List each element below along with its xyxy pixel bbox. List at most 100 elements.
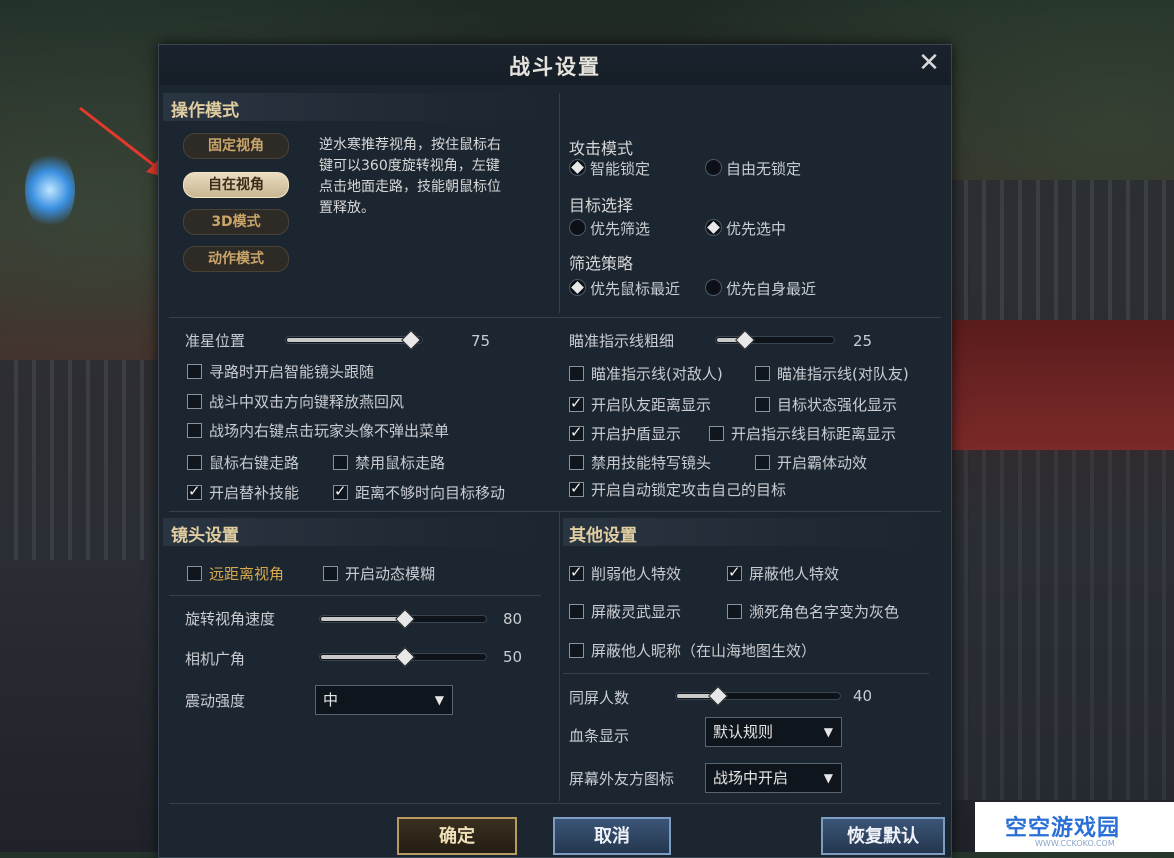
- camera-divider: [169, 595, 541, 596]
- mode-description: 逆水寒推荐视角，按住鼠标右 键可以360度旋转视角，左键 点击地面走路，技能朝鼠…: [319, 137, 501, 216]
- target-selected-label: 优先选中: [726, 220, 787, 238]
- hide-effects-label: 屏蔽他人特效: [749, 565, 840, 583]
- mode-3d-button[interactable]: 3D模式: [183, 209, 289, 235]
- footer-divider: [169, 803, 941, 804]
- background-roof-right-lower: [950, 450, 1174, 800]
- target-filter-radio[interactable]: [569, 219, 586, 236]
- disable-closeup-checkbox[interactable]: [569, 455, 584, 470]
- far-view-label: 远距离视角: [209, 565, 285, 583]
- watermark-logo: 空空游戏园 WWW.CCKOKO.COM: [975, 802, 1174, 852]
- chevron-down-icon: ▼: [434, 693, 444, 707]
- background-red-wall: [950, 320, 1174, 450]
- aim-line-value: 25: [853, 332, 873, 350]
- filter-self-nearest-radio[interactable]: [705, 279, 722, 296]
- aim-line-label: 瞄准指示线粗细: [569, 332, 675, 350]
- ally-distance-label: 开启队友距离显示: [591, 396, 712, 414]
- mode-free-view-button[interactable]: 自在视角: [183, 172, 289, 198]
- crosshair-slider-knob[interactable]: [401, 330, 421, 350]
- hide-spirit-weapon-checkbox[interactable]: [569, 604, 584, 619]
- attack-smart-lock-label: 智能锁定: [590, 160, 651, 178]
- mode-action-button[interactable]: 动作模式: [183, 246, 289, 272]
- move-to-target-label: 距离不够时向目标移动: [355, 484, 506, 502]
- close-icon[interactable]: ✕: [915, 49, 943, 77]
- ally-distance-checkbox[interactable]: [569, 394, 584, 412]
- weaken-effects-checkbox[interactable]: [569, 563, 584, 581]
- same-screen-slider[interactable]: [675, 686, 841, 706]
- target-select-label: 目标选择: [569, 196, 634, 215]
- aim-line-enemy-checkbox[interactable]: [569, 366, 584, 381]
- combat-settings-dialog: 战斗设置 ✕ 操作模式 固定视角 自在视角 3D模式 动作模式 逆水寒推荐视角，…: [158, 44, 952, 858]
- camera-settings-title: 镜头设置: [171, 526, 239, 546]
- shake-select[interactable]: 中 ▼: [315, 685, 453, 715]
- no-popup-menu-checkbox[interactable]: [187, 423, 202, 438]
- shield-display-checkbox[interactable]: [569, 423, 584, 441]
- motion-blur-checkbox[interactable]: [323, 566, 338, 581]
- filter-self-nearest-label: 优先自身最近: [726, 280, 817, 298]
- mode-fixed-view-button[interactable]: 固定视角: [183, 133, 289, 159]
- aim-line-ally-checkbox[interactable]: [755, 366, 770, 381]
- right-click-walk-label: 鼠标右键走路: [209, 454, 300, 472]
- fov-slider[interactable]: [319, 647, 487, 667]
- offscreen-icon-select[interactable]: 战场中开启 ▼: [705, 763, 842, 793]
- backup-skill-checkbox[interactable]: [187, 482, 202, 500]
- super-armor-effect-checkbox[interactable]: [755, 455, 770, 470]
- target-selected-radio[interactable]: [705, 219, 722, 236]
- motion-blur-label: 开启动态模糊: [345, 565, 436, 583]
- target-filter-label: 优先筛选: [590, 220, 651, 238]
- fov-value: 50: [503, 648, 523, 666]
- rotate-speed-slider[interactable]: [319, 609, 487, 629]
- disable-mouse-walk-checkbox[interactable]: [333, 455, 348, 470]
- other-settings-title: 其他设置: [569, 526, 637, 546]
- auto-lock-attacker-checkbox[interactable]: [569, 479, 584, 497]
- target-status-checkbox[interactable]: [755, 397, 770, 412]
- shake-label: 震动强度: [185, 692, 246, 710]
- same-screen-slider-knob[interactable]: [708, 686, 728, 706]
- attack-mode-label: 攻击模式: [569, 139, 634, 158]
- confirm-button[interactable]: 确定: [397, 817, 517, 855]
- hide-spirit-weapon-label: 屏蔽灵武显示: [591, 603, 682, 621]
- dying-gray-name-label: 濒死角色名字变为灰色: [749, 603, 900, 621]
- attack-free-radio[interactable]: [705, 159, 722, 176]
- watermark-text: 空空游戏园: [1005, 816, 1121, 841]
- background-roof-left: [0, 360, 160, 560]
- dialog-title: 战斗设置: [509, 55, 601, 79]
- smart-camera-follow-checkbox[interactable]: [187, 364, 202, 379]
- hide-effects-checkbox[interactable]: [727, 563, 742, 581]
- crosshair-slider[interactable]: [285, 330, 423, 350]
- aim-line-slider[interactable]: [715, 330, 835, 350]
- hp-bar-select[interactable]: 默认规则 ▼: [705, 717, 842, 747]
- aim-distance-checkbox[interactable]: [709, 426, 724, 441]
- double-tap-dodge-label: 战斗中双击方向键释放燕回风: [209, 393, 405, 411]
- fov-slider-knob[interactable]: [395, 647, 415, 667]
- disable-closeup-label: 禁用技能特写镜头: [591, 454, 712, 472]
- rotate-speed-value: 80: [503, 610, 523, 628]
- hp-bar-label: 血条显示: [569, 727, 630, 745]
- other-divider: [563, 673, 929, 674]
- blue-flame-icon: [25, 150, 75, 230]
- cancel-button[interactable]: 取消: [553, 817, 671, 855]
- backup-skill-label: 开启替补技能: [209, 484, 300, 502]
- aim-line-slider-knob[interactable]: [735, 330, 755, 350]
- filter-mouse-nearest-radio[interactable]: [569, 279, 586, 296]
- super-armor-effect-label: 开启霸体动效: [777, 454, 868, 472]
- double-tap-dodge-checkbox[interactable]: [187, 394, 202, 409]
- attack-smart-lock-radio[interactable]: [569, 159, 586, 176]
- watermark-url: WWW.CCKOKO.COM: [1035, 839, 1115, 848]
- camera-vertical-divider: [559, 511, 560, 801]
- rotate-speed-slider-knob[interactable]: [395, 609, 415, 629]
- crosshair-value: 75: [471, 332, 491, 350]
- combat-divider: [169, 317, 941, 318]
- operation-mode-title: 操作模式: [171, 101, 239, 121]
- right-click-walk-checkbox[interactable]: [187, 455, 202, 470]
- title-bar: 战斗设置 ✕: [159, 45, 951, 85]
- operation-vertical-divider: [559, 93, 560, 313]
- reset-default-button[interactable]: 恢复默认: [821, 817, 945, 855]
- far-view-checkbox[interactable]: [187, 566, 202, 581]
- smart-camera-follow-label: 寻路时开启智能镜头跟随: [209, 363, 375, 381]
- background-roof-right: [950, 180, 1174, 320]
- filter-mouse-nearest-label: 优先鼠标最近: [590, 280, 681, 298]
- chevron-down-icon: ▼: [823, 771, 833, 785]
- move-to-target-checkbox[interactable]: [333, 482, 348, 500]
- dying-gray-name-checkbox[interactable]: [727, 604, 742, 619]
- hide-nicknames-checkbox[interactable]: [569, 643, 584, 658]
